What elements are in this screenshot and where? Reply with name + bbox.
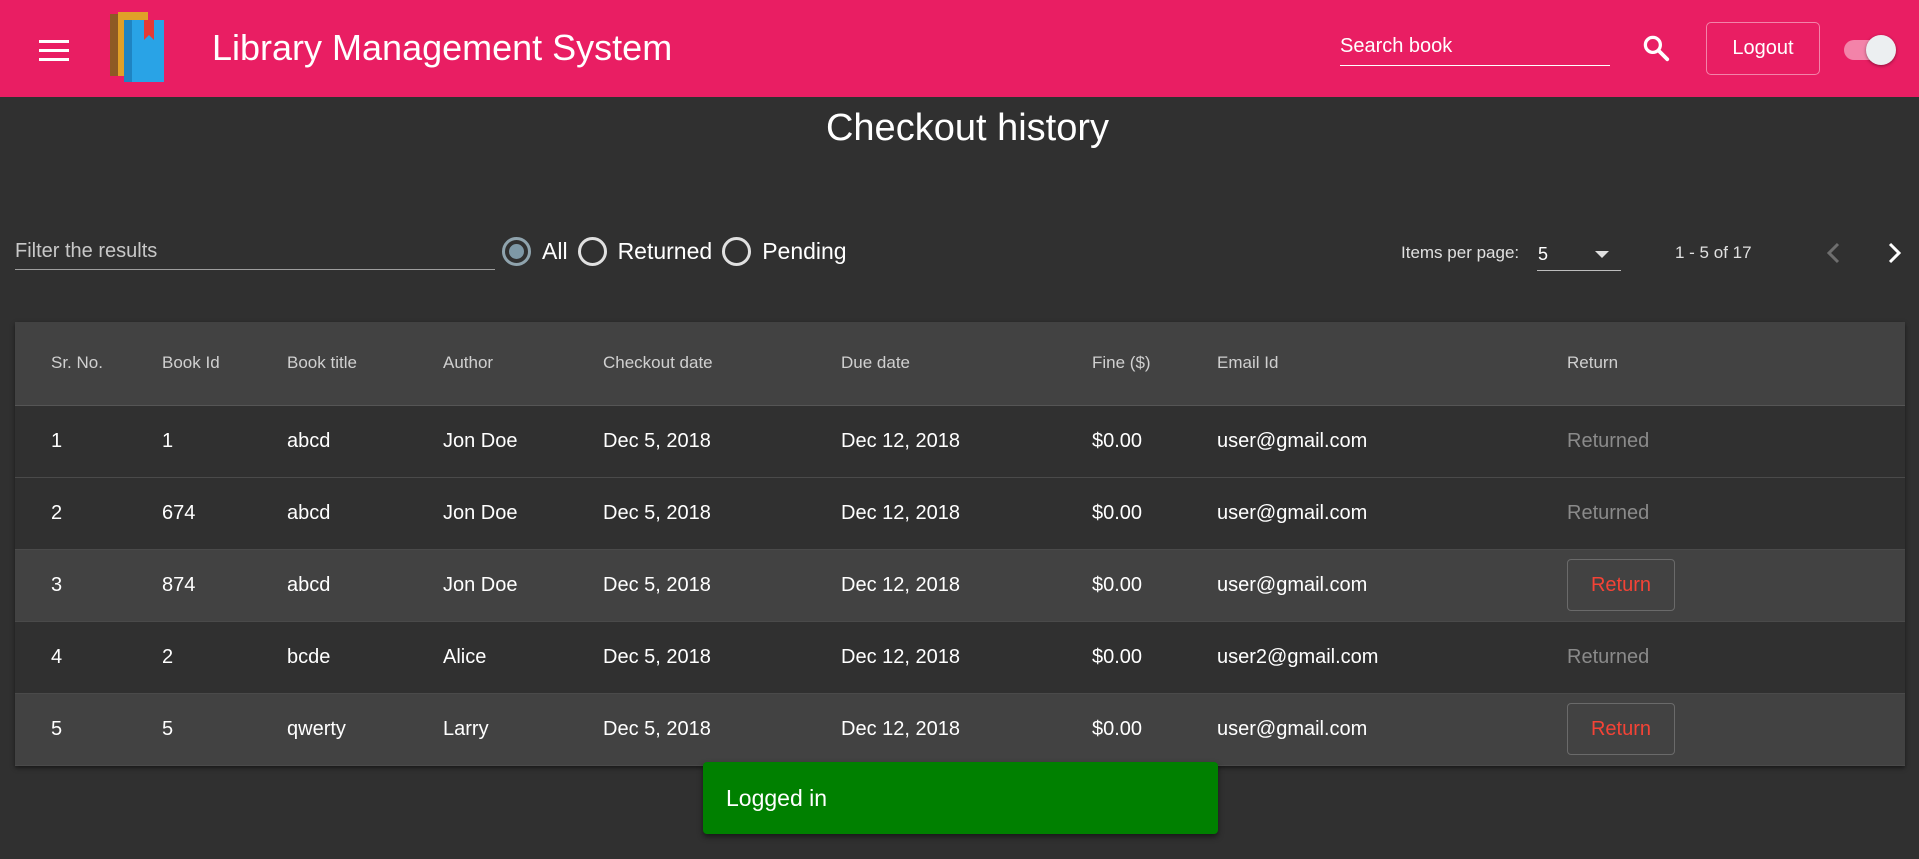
cell-book-id: 5 <box>162 693 287 766</box>
column-header-sr-no[interactable]: Sr. No. <box>15 322 162 406</box>
cell-sr-no: 3 <box>15 549 162 622</box>
menu-icon <box>39 40 69 61</box>
table-header-row: Sr. No. Book Id Book title Author Checko… <box>15 322 1905 406</box>
checkout-table: Sr. No. Book Id Book title Author Checko… <box>15 322 1905 766</box>
column-header-author[interactable]: Author <box>443 322 603 406</box>
table-row[interactable]: 5 5 qwerty Larry Dec 5, 2018 Dec 12, 201… <box>15 693 1905 766</box>
returned-status: Returned <box>1567 405 1905 478</box>
cell-due-date: Dec 12, 2018 <box>841 621 1092 694</box>
table-row[interactable]: 1 1 abcd Jon Doe Dec 5, 2018 Dec 12, 201… <box>15 405 1905 478</box>
cell-author: Jon Doe <box>443 477 603 550</box>
cell-book-title: abcd <box>287 405 443 478</box>
page-title: Checkout history <box>825 107 1109 149</box>
cell-book-id: 674 <box>162 477 287 550</box>
search-input[interactable] <box>1340 28 1610 66</box>
column-header-checkout-date[interactable]: Checkout date <box>603 322 841 406</box>
page-range-label: 1 - 5 of 17 <box>1675 243 1752 262</box>
cell-checkout-date: Dec 5, 2018 <box>603 621 841 694</box>
cell-fine: $0.00 <box>1092 621 1217 694</box>
items-per-page-label: Items per page: <box>1401 243 1520 262</box>
app-toolbar: Library Management System Logout <box>0 0 1919 97</box>
cell-author: Jon Doe <box>443 405 603 478</box>
cell-fine: $0.00 <box>1092 549 1217 622</box>
return-button[interactable]: Return <box>1567 559 1675 611</box>
cell-due-date: Dec 12, 2018 <box>841 405 1092 478</box>
table-row[interactable]: 2 674 abcd Jon Doe Dec 5, 2018 Dec 12, 2… <box>15 477 1905 550</box>
toggle-thumb <box>1866 35 1896 65</box>
cell-checkout-date: Dec 5, 2018 <box>603 477 841 550</box>
next-page-button[interactable] <box>1874 233 1914 273</box>
cell-checkout-date: Dec 5, 2018 <box>603 693 841 766</box>
cell-return: Return <box>1567 693 1905 766</box>
cell-fine: $0.00 <box>1092 693 1217 766</box>
cell-email: user@gmail.com <box>1217 693 1567 766</box>
return-button[interactable]: Return <box>1567 703 1675 755</box>
cell-email: user@gmail.com <box>1217 477 1567 550</box>
page-size-value: 5 <box>1538 244 1549 264</box>
page-size-select[interactable]: 5 <box>1537 237 1621 271</box>
cell-due-date: Dec 12, 2018 <box>841 693 1092 766</box>
chevron-right-icon <box>1888 242 1902 264</box>
radio-button[interactable] <box>722 236 752 266</box>
theme-toggle[interactable] <box>1842 34 1898 65</box>
search-button[interactable] <box>1636 28 1676 68</box>
cell-book-id: 1 <box>162 405 287 478</box>
app-title: Library Management System <box>212 27 673 68</box>
column-header-book-id[interactable]: Book Id <box>162 322 287 406</box>
column-header-due-date[interactable]: Due date <box>841 322 1092 406</box>
snackbar: Logged in <box>703 762 1218 834</box>
chevron-left-icon <box>1826 242 1840 264</box>
cell-email: user@gmail.com <box>1217 549 1567 622</box>
radio-returned[interactable]: Returned <box>577 236 713 266</box>
status-radio-group: All Returned Pending <box>502 234 857 268</box>
cell-sr-no: 1 <box>15 405 162 478</box>
cell-book-id: 874 <box>162 549 287 622</box>
previous-page-button[interactable] <box>1814 233 1854 273</box>
books-logo <box>110 12 164 82</box>
table-row[interactable]: 4 2 bcde Alice Dec 5, 2018 Dec 12, 2018 … <box>15 621 1905 694</box>
radio-label: Returned <box>617 237 713 264</box>
cell-book-id: 2 <box>162 621 287 694</box>
cell-sr-no: 5 <box>15 693 162 766</box>
search-icon <box>1643 35 1670 62</box>
radio-button[interactable] <box>577 236 607 266</box>
cell-author: Alice <box>443 621 603 694</box>
cell-email: user2@gmail.com <box>1217 621 1567 694</box>
cell-return: Return <box>1567 549 1905 622</box>
cell-author: Jon Doe <box>443 549 603 622</box>
radio-button-checked[interactable] <box>502 236 531 266</box>
column-header-book-title[interactable]: Book title <box>287 322 443 406</box>
radio-label: Pending <box>762 237 847 264</box>
radio-pending[interactable]: Pending <box>722 236 847 266</box>
column-header-fine[interactable]: Fine ($) <box>1092 322 1217 406</box>
cell-fine: $0.00 <box>1092 405 1217 478</box>
cell-sr-no: 2 <box>15 477 162 550</box>
cell-author: Larry <box>443 693 603 766</box>
logout-button[interactable]: Logout <box>1706 22 1820 75</box>
cell-sr-no: 4 <box>15 621 162 694</box>
cell-due-date: Dec 12, 2018 <box>841 549 1092 622</box>
cell-book-title: abcd <box>287 549 443 622</box>
cell-book-title: qwerty <box>287 693 443 766</box>
returned-status: Returned <box>1567 621 1905 694</box>
radio-all[interactable]: All <box>502 236 568 266</box>
cell-checkout-date: Dec 5, 2018 <box>603 405 841 478</box>
filter-input[interactable] <box>15 234 495 270</box>
cell-checkout-date: Dec 5, 2018 <box>603 549 841 622</box>
menu-button[interactable] <box>30 30 78 70</box>
table-row[interactable]: 3 874 abcd Jon Doe Dec 5, 2018 Dec 12, 2… <box>15 549 1905 622</box>
column-header-return[interactable]: Return <box>1567 322 1905 406</box>
cell-fine: $0.00 <box>1092 477 1217 550</box>
cell-book-title: abcd <box>287 477 443 550</box>
cell-due-date: Dec 12, 2018 <box>841 477 1092 550</box>
column-header-email[interactable]: Email Id <box>1217 322 1567 406</box>
cell-book-title: bcde <box>287 621 443 694</box>
cell-email: user@gmail.com <box>1217 405 1567 478</box>
radio-label: All <box>542 237 568 264</box>
dropdown-arrow-icon <box>1595 251 1609 258</box>
snackbar-message: Logged in <box>726 784 828 811</box>
returned-status: Returned <box>1567 477 1905 550</box>
